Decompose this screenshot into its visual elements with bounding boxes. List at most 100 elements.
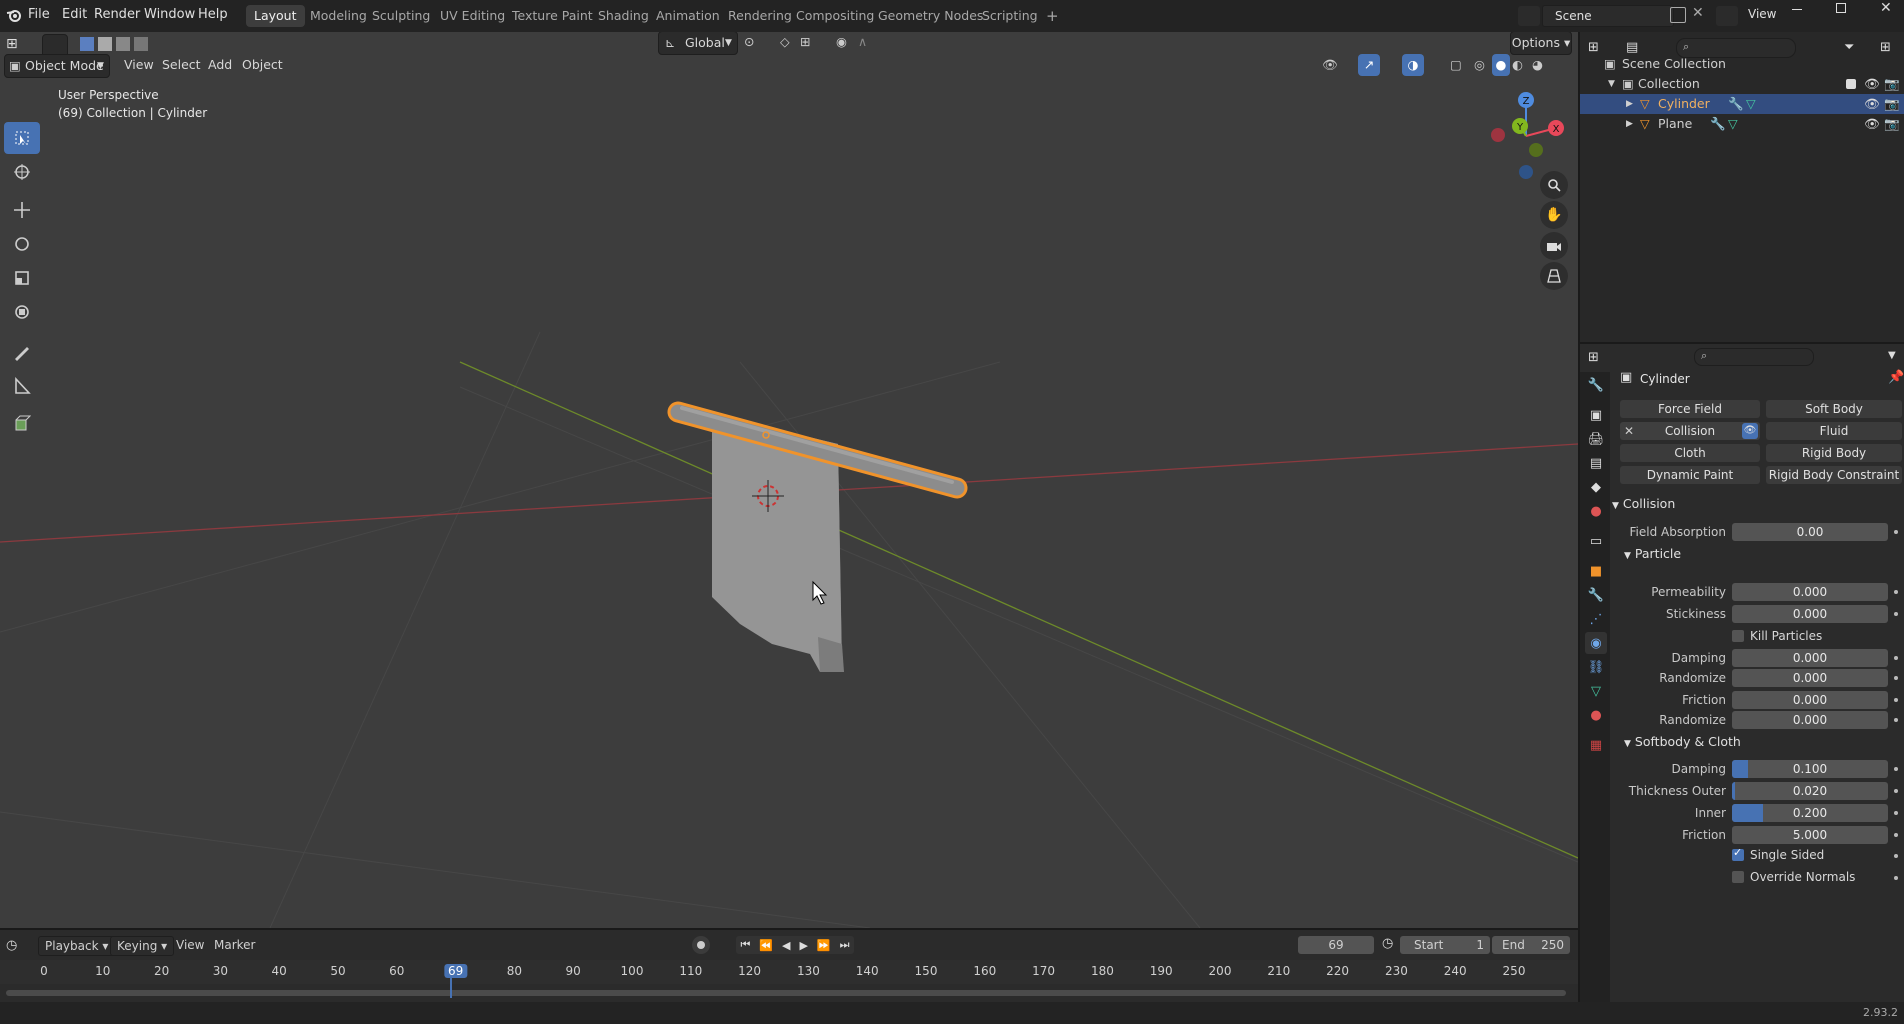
rotate-tool-icon[interactable] — [4, 228, 40, 260]
pin-icon[interactable]: 📌 — [1888, 370, 1904, 385]
outliner-scene-collection[interactable]: ▣ Scene Collection — [1580, 54, 1904, 74]
set-selection-icon[interactable] — [80, 37, 94, 51]
minimize-window-icon[interactable] — [1792, 9, 1802, 10]
rendered-shading-icon[interactable]: ◕ — [1532, 54, 1550, 76]
solid-shading-icon[interactable]: ● — [1492, 54, 1510, 76]
move-tool-icon[interactable] — [4, 194, 40, 226]
extend-selection-icon[interactable] — [98, 37, 112, 51]
camera-render-icon[interactable]: 📷 — [1884, 74, 1900, 94]
collection-tab-icon[interactable]: ▭ — [1585, 530, 1607, 552]
keyframe-dot[interactable] — [1894, 833, 1898, 837]
tab-texture-paint[interactable]: Texture Paint — [504, 5, 601, 27]
jump-start-icon[interactable]: ⏮ — [740, 938, 750, 952]
zoom-icon[interactable] — [1540, 171, 1568, 199]
modifiers-tab-icon[interactable]: 🔧 — [1585, 584, 1607, 606]
outliner-item-plane[interactable]: ▶ ▽ Plane 🔧 ▽ 👁 📷 — [1580, 114, 1904, 134]
eye-icon[interactable]: 👁 — [1864, 74, 1880, 94]
thickness-inner-field[interactable]: 0.200 — [1732, 804, 1888, 822]
stickiness-field[interactable]: 0.000 — [1732, 605, 1888, 623]
properties-search-input[interactable]: ⌕ — [1694, 348, 1814, 366]
tab-shading[interactable]: Shading — [590, 5, 657, 27]
prev-keyframe-icon[interactable]: ⏪ — [759, 939, 773, 952]
play-icon[interactable]: ▶ — [799, 939, 807, 952]
proportional-editing-icon[interactable]: ◉ — [836, 32, 856, 53]
overlays-toggle-icon[interactable]: ◑ — [1402, 54, 1424, 76]
data-tab-icon[interactable]: ▽ — [1585, 680, 1607, 702]
rigid-body-button[interactable]: Rigid Body — [1766, 444, 1902, 462]
tab-uv-editing[interactable]: UV Editing — [432, 5, 513, 27]
damping-randomize-field[interactable]: 0.000 — [1732, 669, 1888, 687]
world-tab-icon[interactable]: ● — [1585, 500, 1607, 522]
filter-icon[interactable]: ⏷ — [1844, 40, 1854, 55]
timeline-ruler[interactable]: 0 10 20 30 40 50 60 69 80 90 100 110 120 130 140 150 160… — [0, 960, 1578, 984]
kill-particles-checkbox[interactable] — [1732, 630, 1744, 642]
collision-visibility-icon[interactable]: 👁 — [1742, 423, 1758, 439]
particle-friction-field[interactable]: 0.000 — [1732, 691, 1888, 709]
transform-tool-icon[interactable] — [4, 296, 40, 328]
constraints-tab-icon[interactable]: ⛓ — [1585, 656, 1607, 678]
keyframe-dot[interactable] — [1894, 767, 1898, 771]
keyframe-dot[interactable] — [1894, 876, 1898, 880]
playhead-line[interactable] — [450, 976, 452, 998]
display-mode-icon[interactable]: ▤ — [1626, 40, 1638, 55]
jump-end-icon[interactable]: ⏭ — [840, 938, 850, 952]
keyframe-dot[interactable] — [1894, 789, 1898, 793]
keyframe-dot[interactable] — [1894, 612, 1898, 616]
menu-edit[interactable]: Edit — [62, 7, 87, 22]
override-normals-checkbox[interactable] — [1732, 871, 1744, 883]
expand-arrow-icon[interactable]: ▶ — [1626, 94, 1633, 114]
options-dropdown[interactable]: Options ▾ — [1510, 32, 1572, 55]
current-frame-marker[interactable]: 69 — [443, 964, 468, 978]
camera-render-icon[interactable]: 📷 — [1884, 94, 1900, 114]
invert-selection-icon[interactable] — [134, 37, 148, 51]
menu-select[interactable]: Select — [162, 54, 201, 76]
soft-body-button[interactable]: Soft Body — [1766, 400, 1902, 418]
close-window-icon[interactable]: ✕ — [1880, 0, 1892, 16]
fluid-button[interactable]: Fluid — [1766, 422, 1902, 440]
exclude-checkbox[interactable] — [1846, 79, 1856, 89]
pivot-point-icon[interactable]: ⊙ — [744, 32, 770, 53]
visibility-icon[interactable]: 👁 — [1322, 54, 1346, 76]
friction-randomize-field[interactable]: 0.000 — [1732, 711, 1888, 729]
pan-hand-icon[interactable]: ✋ — [1540, 201, 1568, 229]
tool-tab-icon[interactable]: 🔧 — [1585, 374, 1607, 396]
scene-name-field[interactable]: Scene — [1542, 5, 1674, 27]
add-cube-tool-icon[interactable] — [4, 408, 40, 440]
selection-mode-icons[interactable] — [80, 37, 176, 53]
view-layer-icon[interactable] — [1716, 6, 1738, 26]
start-frame-field[interactable]: Start 1 — [1400, 936, 1490, 954]
softbody-cloth-section-header[interactable]: ▼ Softbody & Cloth — [1624, 734, 1741, 749]
camera-view-icon[interactable] — [1540, 232, 1568, 260]
particle-section-header[interactable]: ▼ Particle — [1624, 546, 1681, 561]
marker-menu[interactable]: Marker — [214, 938, 255, 952]
softbody-friction-field[interactable]: 5.000 — [1732, 826, 1888, 844]
auto-keying-icon[interactable] — [692, 936, 710, 954]
perspective-toggle-icon[interactable] — [1540, 262, 1568, 290]
permeability-field[interactable]: 0.000 — [1732, 583, 1888, 601]
scene-selector-icon[interactable] — [1518, 6, 1540, 26]
force-field-button[interactable]: Force Field — [1620, 400, 1760, 418]
rigid-body-constraint-button[interactable]: Rigid Body Constraint — [1766, 466, 1902, 484]
menu-render[interactable]: Render — [94, 7, 140, 22]
cloth-button[interactable]: Cloth — [1620, 444, 1760, 462]
keyframe-dot[interactable] — [1894, 854, 1898, 858]
keyframe-dot[interactable] — [1894, 718, 1898, 722]
keyframe-dot[interactable] — [1894, 656, 1898, 660]
snap-target-icon[interactable]: ⊞ — [800, 32, 828, 53]
expand-arrow-icon[interactable]: ▼ — [1608, 74, 1615, 94]
output-tab-icon[interactable]: 🖨 — [1585, 428, 1607, 450]
annotate-tool-icon[interactable] — [4, 336, 40, 368]
mode-dropdown[interactable]: ▣ Object Mode ▼ — [4, 54, 110, 78]
measure-tool-icon[interactable] — [4, 370, 40, 402]
outliner-editor-type-icon[interactable]: ⊞ — [1588, 40, 1599, 55]
outliner-item-cylinder[interactable]: ▶ ▽ Cylinder 🔧 ▽ 👁 📷 — [1580, 94, 1904, 114]
subtract-selection-icon[interactable] — [116, 37, 130, 51]
add-workspace-button[interactable]: + — [1038, 5, 1067, 27]
xray-toggle-icon[interactable]: ▢ — [1450, 54, 1468, 76]
blender-logo-icon[interactable] — [6, 7, 22, 23]
view-layer-tab-icon[interactable]: ▤ — [1585, 452, 1607, 474]
eye-icon[interactable]: 👁 — [1864, 114, 1880, 134]
scale-tool-icon[interactable] — [4, 262, 40, 294]
timeline-view-menu[interactable]: View — [176, 938, 204, 952]
scene-tab-icon[interactable]: ◆ — [1585, 476, 1607, 498]
